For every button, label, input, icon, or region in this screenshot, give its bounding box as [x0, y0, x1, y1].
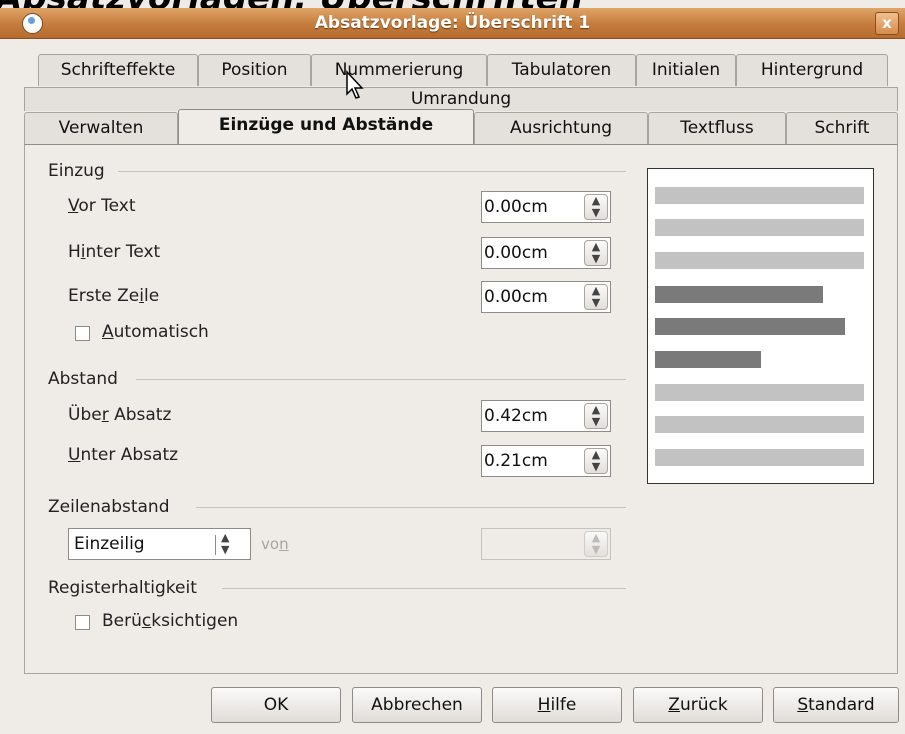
label-ueber-absatz: Über Absatz [68, 405, 172, 425]
cancel-button[interactable]: Abbrechen [352, 687, 482, 723]
tab-initialen[interactable]: Initialen [636, 54, 736, 86]
tab-tabulatoren[interactable]: Tabulatoren [487, 54, 636, 86]
spin-arrows-icon[interactable]: ▲ ▼ [584, 194, 608, 220]
section-divider [196, 507, 626, 508]
section-zeilenabstand: Zeilenabstand [48, 497, 170, 517]
label-von: von [261, 535, 289, 553]
tab-row-1: Schrifteffekte Position Nummerierung Tab… [38, 54, 896, 86]
section-einzug: Einzug [48, 161, 105, 181]
spin-arrows-icon[interactable]: ▲ ▼ [584, 531, 608, 557]
window-title: Absatzvorlage: Überschrift 1 [314, 13, 591, 33]
tab-nummerierung[interactable]: Nummerierung [311, 54, 487, 86]
preview-line [655, 252, 864, 269]
vor-text-value: 0.00cm [484, 197, 548, 217]
label-unter-absatz: Unter Absatz [68, 445, 179, 465]
vor-text-spinbox[interactable]: 0.00cm ▲ ▼ [481, 191, 611, 223]
close-icon: x [882, 14, 892, 32]
tab-schrifteffekte[interactable]: Schrifteffekte [38, 54, 198, 86]
tab-schrift[interactable]: Schrift [786, 112, 898, 144]
section-abstand: Abstand [48, 369, 118, 389]
section-registerhaltigkeit: Registerhaltigkeit [48, 578, 197, 598]
label-hinter-text: Hinter Text [68, 242, 161, 262]
label-vor-text: Vor Text [68, 196, 136, 216]
paragraph-preview [647, 168, 874, 484]
erste-zeile-value: 0.00cm [484, 287, 548, 307]
ueber-absatz-spinbox[interactable]: 0.42cm ▲ ▼ [481, 400, 611, 432]
spin-arrows-icon[interactable]: ▲ ▼ [584, 403, 608, 429]
spin-arrows-icon[interactable]: ▲ ▼ [584, 240, 608, 266]
tab-textfluss[interactable]: Textfluss [648, 112, 786, 144]
preview-line [655, 384, 864, 401]
preview-line-current [655, 351, 761, 368]
spin-arrows-icon[interactable]: ▲ ▼ [584, 448, 608, 474]
beruecksichtigen-checkbox[interactable] [75, 615, 90, 630]
erste-zeile-spinbox[interactable]: 0.00cm ▲ ▼ [481, 281, 611, 313]
combo-separator [215, 535, 216, 555]
zeilenabstand-value: Einzeilig [74, 534, 145, 554]
automatisch-checkbox[interactable] [75, 326, 90, 341]
spin-arrows-icon[interactable]: ▲ ▼ [221, 532, 229, 556]
unter-absatz-value: 0.21cm [484, 451, 548, 471]
close-button[interactable]: x [875, 12, 899, 35]
preview-line-current [655, 286, 823, 303]
spin-arrows-icon[interactable]: ▲ ▼ [584, 284, 608, 310]
label-beruecksichtigen[interactable]: Berücksichtigen [102, 611, 238, 631]
back-button[interactable]: Zurück [633, 687, 763, 723]
preview-line-current [655, 318, 845, 335]
preview-line [655, 219, 864, 236]
help-button[interactable]: Hilfe [492, 687, 622, 723]
mouse-cursor-icon [346, 70, 364, 99]
standard-button[interactable]: Standard [773, 687, 899, 723]
preview-line [655, 416, 864, 433]
preview-line [655, 187, 864, 204]
preview-line [655, 449, 864, 466]
label-automatisch[interactable]: Automatisch [102, 322, 209, 342]
section-divider [136, 379, 626, 380]
tab-umrandung[interactable]: Umrandung [24, 87, 898, 111]
window-titlebar[interactable]: Absatzvorlage: Überschrift 1 x [0, 8, 905, 39]
tab-position[interactable]: Position [198, 54, 311, 86]
section-divider [222, 588, 626, 589]
hinter-text-value: 0.00cm [484, 243, 548, 263]
ok-button[interactable]: OK [211, 687, 341, 723]
von-spinbox[interactable]: ▲ ▼ [481, 528, 611, 560]
ueber-absatz-value: 0.42cm [484, 406, 548, 426]
label-erste-zeile: Erste Zeile [68, 286, 160, 306]
zeilenabstand-combobox[interactable]: Einzeilig ▲ ▼ [68, 528, 251, 560]
tab-row-3: Verwalten Einzüge und Abstände Ausrichtu… [24, 109, 898, 144]
unter-absatz-spinbox[interactable]: 0.21cm ▲ ▼ [481, 445, 611, 477]
tab-verwalten[interactable]: Verwalten [24, 112, 178, 144]
tab-hintergrund[interactable]: Hintergrund [736, 54, 888, 86]
section-divider [118, 171, 626, 172]
tab-einzuege-und-abstaende[interactable]: Einzüge und Abstände [178, 109, 474, 144]
tab-ausrichtung[interactable]: Ausrichtung [474, 112, 648, 144]
hinter-text-spinbox[interactable]: 0.00cm ▲ ▼ [481, 237, 611, 269]
